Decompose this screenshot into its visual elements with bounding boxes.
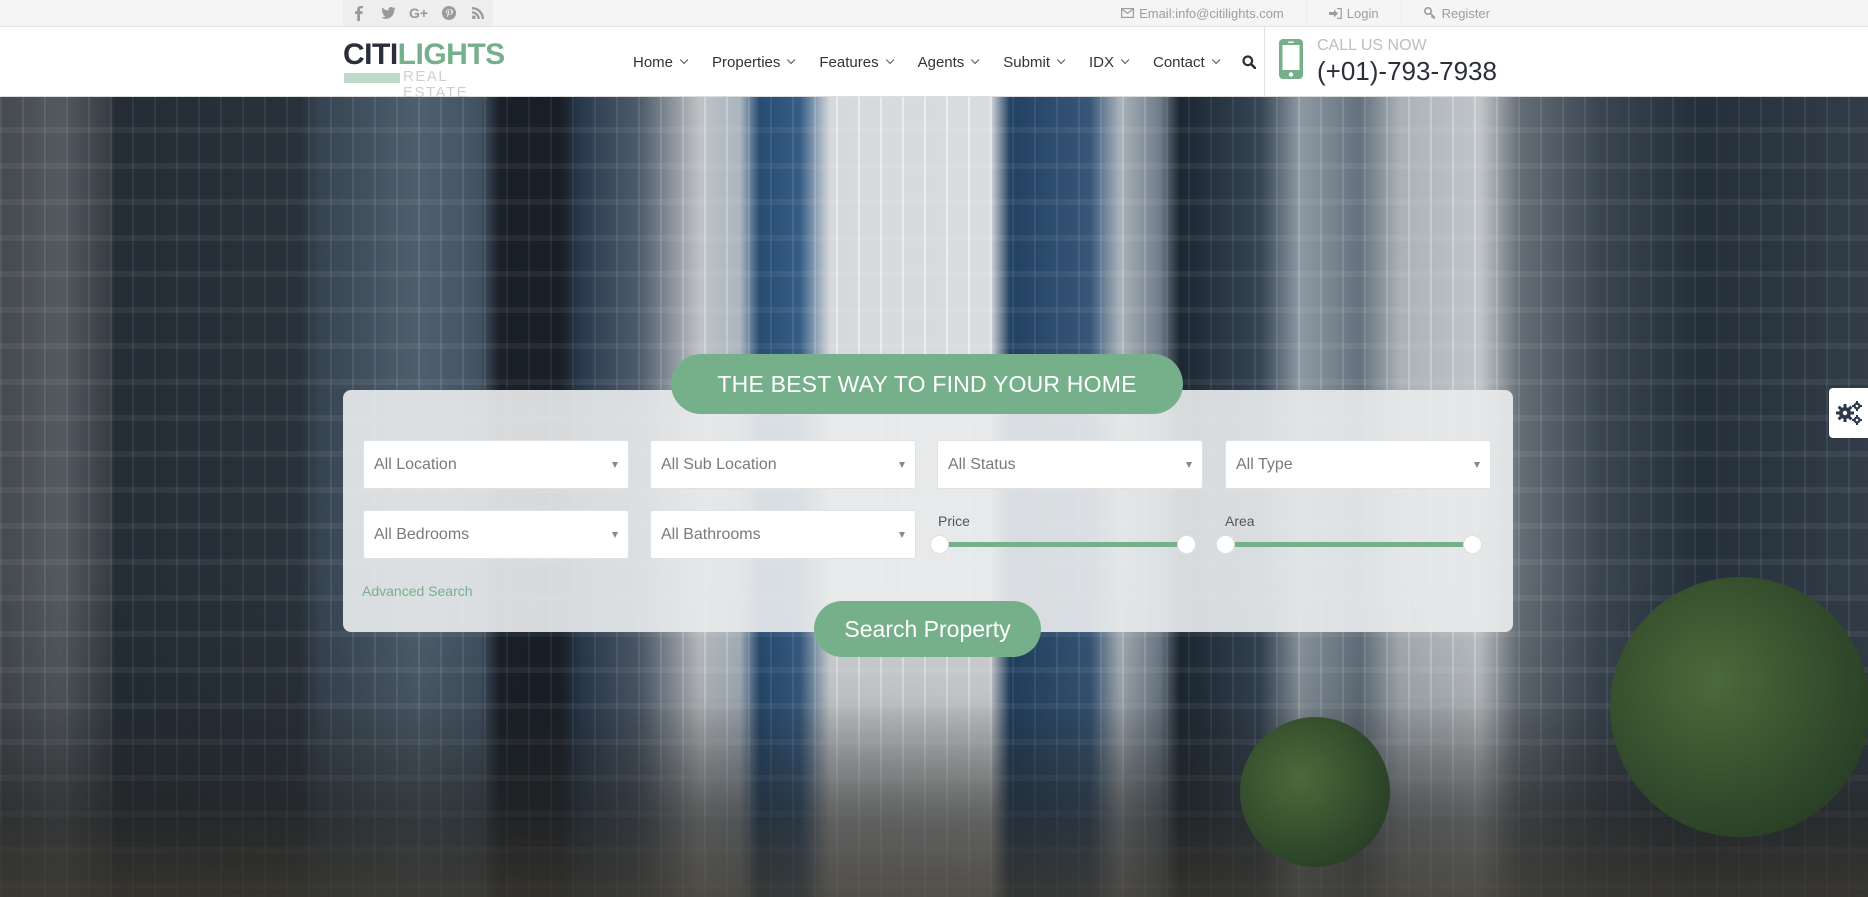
area-max-handle[interactable] (1463, 535, 1482, 554)
style-switcher-toggle[interactable] (1829, 388, 1868, 438)
mobile-phone-icon (1279, 39, 1303, 79)
main-nav: Home Properties Features Agents Submit I… (633, 27, 1256, 97)
login-text: Login (1346, 5, 1379, 21)
twitter-icon[interactable] (373, 0, 403, 26)
caret-down-icon (612, 462, 618, 468)
tree-decoration (1610, 577, 1868, 837)
chevron-down-icon (885, 55, 894, 65)
google-plus-icon[interactable]: G+ (403, 0, 433, 26)
nav-label: Properties (712, 53, 781, 71)
register-text: Register (1441, 5, 1490, 21)
logo-part1: CITI (343, 38, 398, 71)
email-link[interactable]: Email:info@citilights.com (1099, 0, 1306, 26)
sub-location-select[interactable]: All Sub Location (650, 440, 916, 489)
header-divider (1264, 27, 1265, 97)
rss-icon[interactable] (463, 0, 493, 26)
facebook-icon[interactable] (343, 0, 373, 26)
logo[interactable]: CITILIGHTS REAL ESTATE (343, 39, 508, 101)
nav-label: Agents (917, 53, 965, 71)
nav-label: IDX (1088, 53, 1114, 71)
nav-label: Features (819, 53, 879, 71)
area-min-handle[interactable] (1216, 535, 1235, 554)
logo-dot-pattern (344, 73, 400, 83)
email-text: Email:info@citilights.com (1139, 5, 1284, 21)
key-icon (1423, 7, 1436, 19)
social-links: G+ (343, 0, 493, 26)
envelope-icon (1121, 8, 1135, 18)
chevron-down-icon (1211, 55, 1221, 65)
nav-label: Submit (1003, 53, 1050, 71)
caret-down-icon (1186, 462, 1192, 468)
sign-in-icon (1328, 7, 1342, 19)
caret-down-icon (612, 532, 618, 538)
status-value: All Status (948, 455, 1016, 473)
area-range-slider[interactable] (1216, 535, 1482, 555)
logo-wordmark: CITILIGHTS (343, 39, 505, 71)
nav-features[interactable]: Features (819, 53, 894, 71)
chevron-down-icon (1056, 55, 1066, 65)
price-max-handle[interactable] (1177, 535, 1196, 554)
street-scene (0, 697, 1868, 897)
tree-decoration (1240, 717, 1390, 867)
location-value: All Location (374, 455, 457, 473)
nav-properties[interactable]: Properties (712, 53, 796, 71)
search-property-button[interactable]: Search Property (814, 601, 1041, 657)
nav-contact[interactable]: Contact (1153, 53, 1221, 71)
call-us-label: CALL US NOW (1317, 37, 1427, 54)
site-header: CITILIGHTS REAL ESTATE Home Properties F… (0, 27, 1868, 101)
price-label: Price (938, 513, 970, 529)
bedrooms-select[interactable]: All Bedrooms (363, 510, 629, 559)
register-link[interactable]: Register (1400, 0, 1512, 26)
status-select[interactable]: All Status (937, 440, 1203, 489)
area-slider-track (1225, 542, 1473, 547)
caret-down-icon (899, 462, 905, 468)
chevron-down-icon (1120, 55, 1130, 65)
nav-home[interactable]: Home (633, 53, 689, 71)
call-us-block: CALL US NOW (+01)-793-7938 (1279, 37, 1519, 89)
price-min-handle[interactable] (930, 535, 949, 554)
nav-submit[interactable]: Submit (1003, 53, 1066, 71)
price-slider-track (939, 542, 1187, 547)
nav-agents[interactable]: Agents (917, 53, 980, 71)
nav-idx[interactable]: IDX (1088, 53, 1130, 71)
logo-part2: LIGHTS (397, 38, 506, 71)
chevron-down-icon (971, 55, 980, 65)
type-select[interactable]: All Type (1225, 440, 1491, 489)
caret-down-icon (1474, 462, 1480, 468)
account-links: Email:info@citilights.com Login Register (1099, 0, 1512, 26)
bathrooms-value: All Bathrooms (661, 525, 761, 543)
area-label: Area (1225, 513, 1255, 529)
search-panel-title: THE BEST WAY TO FIND YOUR HOME (671, 354, 1183, 414)
location-select[interactable]: All Location (363, 440, 629, 489)
bathrooms-select[interactable]: All Bathrooms (650, 510, 916, 559)
gears-icon (1836, 401, 1862, 425)
advanced-search-link[interactable]: Advanced Search (362, 583, 473, 599)
price-range-slider[interactable] (930, 535, 1196, 555)
bedrooms-value: All Bedrooms (374, 525, 470, 543)
chevron-down-icon (787, 55, 796, 65)
pinterest-icon[interactable] (433, 0, 463, 26)
nav-label: Home (633, 53, 674, 71)
nav-label: Contact (1153, 53, 1205, 71)
search-icon[interactable] (1242, 55, 1256, 69)
top-bar: G+ Email:info@citilights.com Login Regis… (0, 0, 1868, 27)
chevron-down-icon (679, 55, 689, 65)
caret-down-icon (899, 532, 905, 538)
login-link[interactable]: Login (1305, 0, 1401, 26)
phone-number[interactable]: (+01)-793-7938 (1317, 56, 1497, 86)
type-value: All Type (1236, 455, 1293, 473)
google-plus-glyph: G+ (408, 5, 429, 21)
sub-location-value: All Sub Location (661, 455, 777, 473)
